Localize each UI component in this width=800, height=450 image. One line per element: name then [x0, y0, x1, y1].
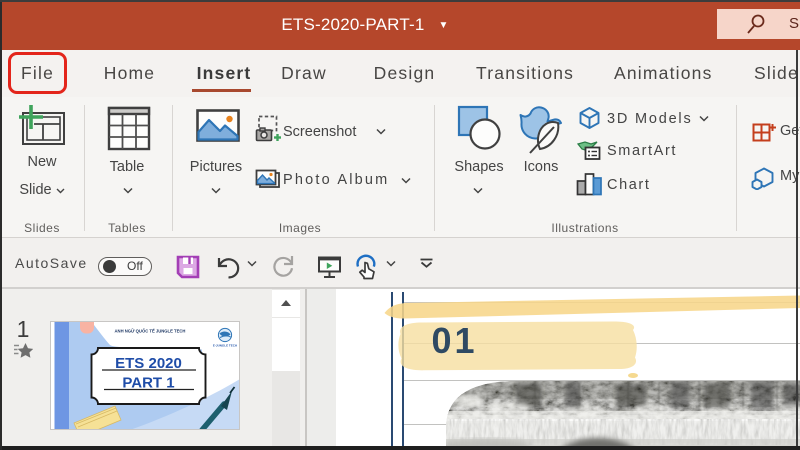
svg-text:ANH NGỮ QUỐC TẾ JUNGLE TECH: ANH NGỮ QUỐC TẾ JUNGLE TECH	[115, 329, 186, 334]
svg-text:E-JUNGLE TECH: E-JUNGLE TECH	[213, 344, 237, 348]
